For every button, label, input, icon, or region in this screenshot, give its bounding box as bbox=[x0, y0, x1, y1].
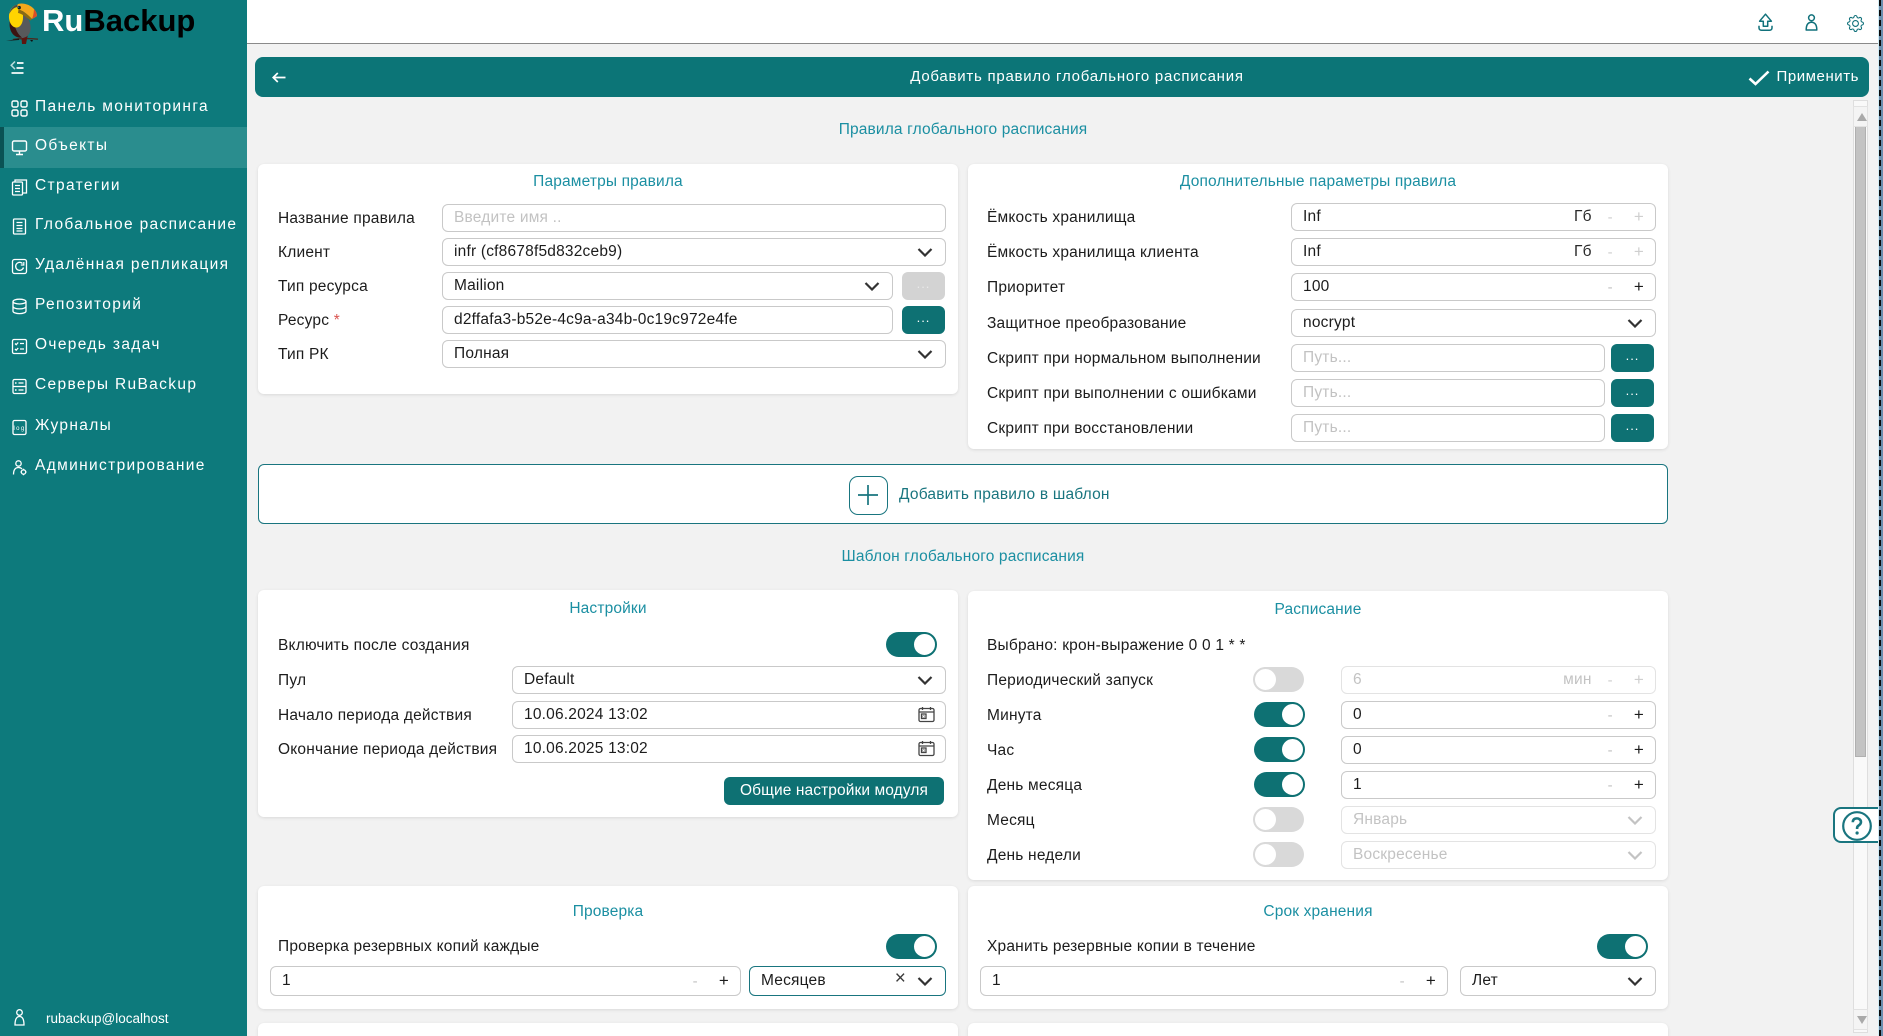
svg-text:log: log bbox=[13, 426, 25, 432]
svg-text:0: 0 bbox=[922, 748, 925, 753]
svg-text:0: 0 bbox=[922, 714, 925, 719]
